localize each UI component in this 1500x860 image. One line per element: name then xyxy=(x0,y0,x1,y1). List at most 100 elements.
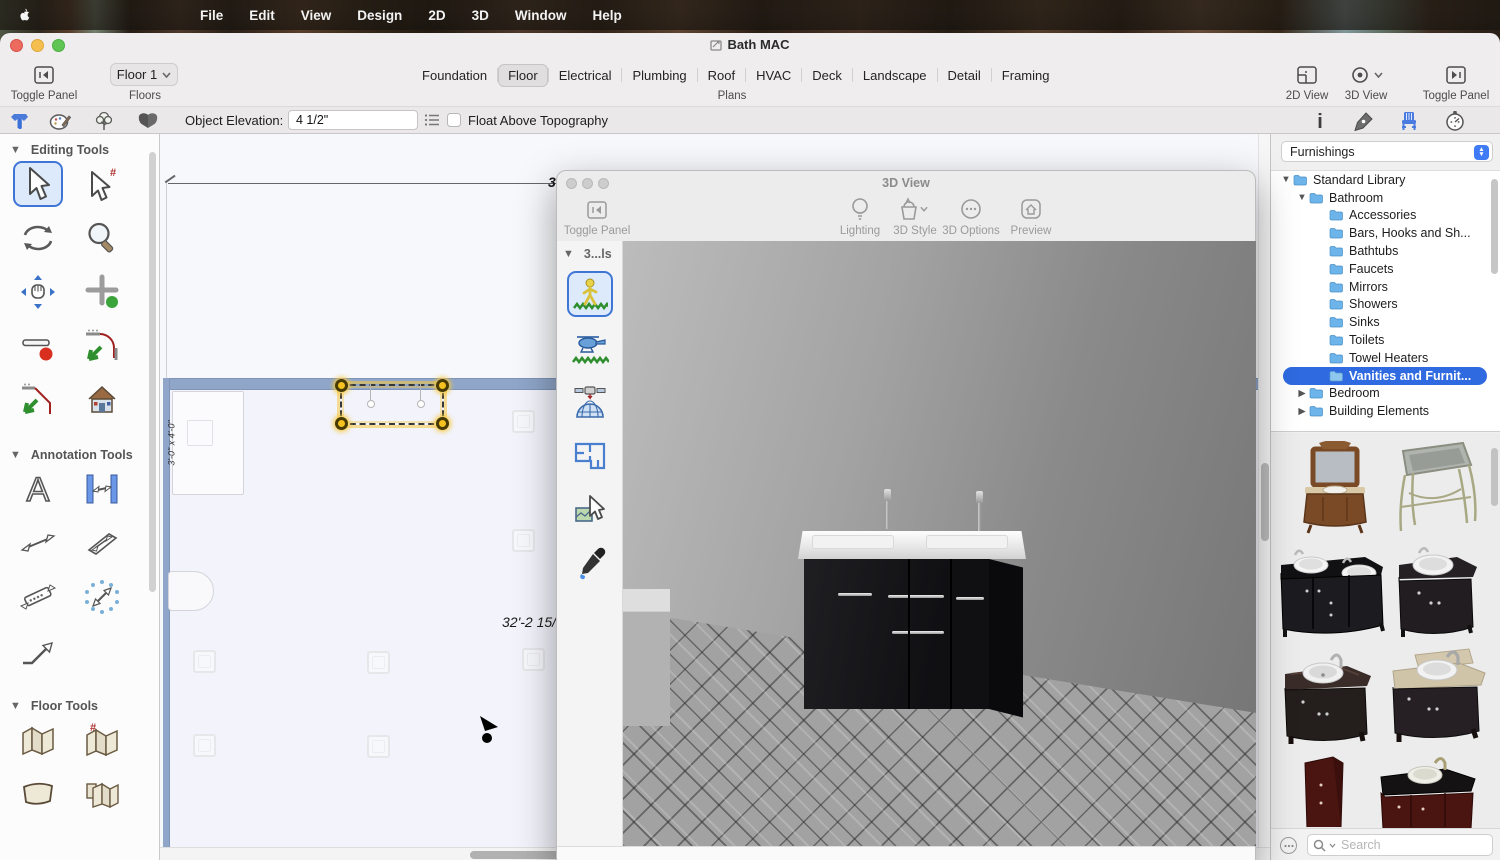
selected-vanity[interactable] xyxy=(340,384,444,425)
rotate-tool[interactable] xyxy=(13,215,63,261)
floor-up-down-tool[interactable] xyxy=(77,771,127,817)
3d-style-button[interactable] xyxy=(895,196,931,222)
tree-item-showers[interactable]: Showers xyxy=(1271,296,1500,314)
tab-floor[interactable]: Floor xyxy=(498,64,548,87)
library-book-icon[interactable] xyxy=(136,109,160,133)
selection-handle-sw[interactable] xyxy=(335,417,348,430)
zoom-tool[interactable] xyxy=(77,215,127,261)
tree-item-standard-library[interactable]: ▼Standard Library xyxy=(1271,171,1500,189)
stopwatch-icon[interactable] xyxy=(1444,110,1466,132)
furnishings-chair-icon[interactable] xyxy=(1398,110,1420,132)
pen-icon[interactable] xyxy=(1352,111,1374,131)
3d-tools-header[interactable]: ▼3...ls xyxy=(557,241,622,265)
3d-toggle-panel-button[interactable] xyxy=(581,198,613,222)
3d-view-button[interactable] xyxy=(1344,63,1388,87)
select-next-object-tool[interactable]: # xyxy=(77,161,127,207)
library-category-select[interactable]: Furnishings ▲▼ xyxy=(1281,141,1493,162)
plan-vertical-scrollbar-thumb[interactable] xyxy=(1261,463,1269,541)
tab-deck[interactable]: Deck xyxy=(802,64,852,87)
thumbnail-antique-vanity-mirror[interactable] xyxy=(1289,441,1381,536)
build-new-floor-tool[interactable] xyxy=(13,717,63,763)
reference-floor-tool[interactable] xyxy=(13,771,63,817)
tree-item-bathtubs[interactable]: Bathtubs xyxy=(1271,242,1500,260)
tree-item-toilets[interactable]: Toilets xyxy=(1271,331,1500,349)
apple-menu-icon[interactable] xyxy=(16,7,32,23)
chamfer-lines-tool[interactable] xyxy=(13,377,63,423)
3d-viewport[interactable] xyxy=(623,241,1256,846)
tree-item-vanities-selected[interactable]: Vanities and Furnit... xyxy=(1283,367,1487,385)
thumbnails-scrollbar-thumb[interactable] xyxy=(1491,448,1498,506)
tab-roof[interactable]: Roof xyxy=(698,64,745,87)
delete-object-tool[interactable] xyxy=(13,323,63,369)
tub-outline[interactable] xyxy=(168,571,214,611)
menu-help[interactable]: Help xyxy=(579,8,634,23)
more-options-icon[interactable] xyxy=(1280,837,1297,854)
house-wizard-tool[interactable] xyxy=(77,377,127,423)
interior-dimension-tool[interactable] xyxy=(77,466,127,512)
elevation-list-icon[interactable] xyxy=(424,113,440,127)
flyover-tool[interactable] xyxy=(567,325,613,371)
tab-hvac[interactable]: HVAC xyxy=(746,64,801,87)
tab-framing[interactable]: Framing xyxy=(992,64,1060,87)
landscape-tools-icon[interactable] xyxy=(92,109,116,133)
tree-item-accessories[interactable]: Accessories xyxy=(1271,207,1500,225)
2d-view-button[interactable] xyxy=(1291,63,1323,87)
palette-scrollbar[interactable] xyxy=(149,152,156,592)
thumbnail-black-double-vanity[interactable] xyxy=(1277,543,1389,643)
manual-dimension-tool[interactable] xyxy=(13,520,63,566)
tree-item-bars-hooks[interactable]: Bars, Hooks and Sh... xyxy=(1271,224,1500,242)
3d-options-button[interactable] xyxy=(957,196,985,222)
walkthrough-tool[interactable] xyxy=(567,271,613,317)
end-to-end-dimension-tool[interactable] xyxy=(77,520,127,566)
3d-window-titlebar[interactable]: 3D View xyxy=(557,171,1255,194)
tab-electrical[interactable]: Electrical xyxy=(549,64,622,87)
pan-window-tool[interactable] xyxy=(13,269,63,315)
select-objects-tool[interactable] xyxy=(13,161,63,207)
menu-3d[interactable]: 3D xyxy=(459,8,502,23)
section-floor-tools[interactable]: ▼Floor Tools xyxy=(0,690,159,717)
search-input[interactable] xyxy=(1339,837,1469,853)
tab-plumbing[interactable]: Plumbing xyxy=(622,64,696,87)
floor-selector[interactable]: Floor 1 xyxy=(110,63,178,86)
tree-item-bedroom[interactable]: ▶Bedroom xyxy=(1271,385,1500,403)
menu-view[interactable]: View xyxy=(288,8,345,23)
thumbnail-tall-red-cabinet[interactable] xyxy=(1295,755,1355,827)
preview-button[interactable] xyxy=(1017,196,1045,222)
toggle-panel-right-button[interactable] xyxy=(1440,63,1472,87)
menu-window[interactable]: Window xyxy=(502,8,580,23)
tree-item-towel-heaters[interactable]: Towel Heaters xyxy=(1271,349,1500,367)
menu-edit[interactable]: Edit xyxy=(236,8,288,23)
menu-file[interactable]: File xyxy=(187,8,236,23)
thumbnail-beige-top-vanity[interactable] xyxy=(1385,645,1489,750)
pick-view-tool[interactable] xyxy=(567,487,613,533)
info-icon[interactable]: i xyxy=(1312,110,1328,132)
tree-scrollbar-thumb[interactable] xyxy=(1491,179,1498,274)
tree-item-faucets[interactable]: Faucets xyxy=(1271,260,1500,278)
toggle-panel-left-button[interactable] xyxy=(28,63,60,87)
menu-2d[interactable]: 2D xyxy=(415,8,458,23)
lighting-button[interactable] xyxy=(847,196,873,222)
tree-item-bathroom[interactable]: ▼Bathroom xyxy=(1271,189,1500,207)
thumbnail-black-single-vanity[interactable] xyxy=(1389,541,1485,643)
selection-handle-nw[interactable] xyxy=(335,379,348,392)
tab-foundation[interactable]: Foundation xyxy=(412,64,497,87)
section-editing-tools[interactable]: ▼Editing Tools xyxy=(0,134,159,161)
text-tool[interactable]: A xyxy=(13,466,63,512)
tab-detail[interactable]: Detail xyxy=(938,64,991,87)
add-object-tool[interactable] xyxy=(77,269,127,315)
plan-view-tool[interactable] xyxy=(567,433,613,479)
thumbnail-dark-marble-vanity[interactable] xyxy=(1279,648,1379,750)
tree-item-mirrors[interactable]: Mirrors xyxy=(1271,278,1500,296)
point-to-point-dimension-tool[interactable] xyxy=(13,574,63,620)
tab-landscape[interactable]: Landscape xyxy=(853,64,937,87)
3d-view-window[interactable]: 3D View Toggle Panel Lighting 3D Style xyxy=(556,170,1256,860)
eyedropper-tool[interactable] xyxy=(567,541,613,587)
menu-design[interactable]: Design xyxy=(344,8,415,23)
float-above-topography-checkbox[interactable] xyxy=(447,113,461,127)
orbit-camera-tool[interactable] xyxy=(567,379,613,425)
thumbnail-metal-washstand[interactable] xyxy=(1389,437,1485,537)
selection-handle-se[interactable] xyxy=(436,417,449,430)
leader-line-tool[interactable] xyxy=(13,628,63,674)
fillet-lines-tool[interactable] xyxy=(77,323,127,369)
design-tools-icon[interactable] xyxy=(48,109,72,133)
